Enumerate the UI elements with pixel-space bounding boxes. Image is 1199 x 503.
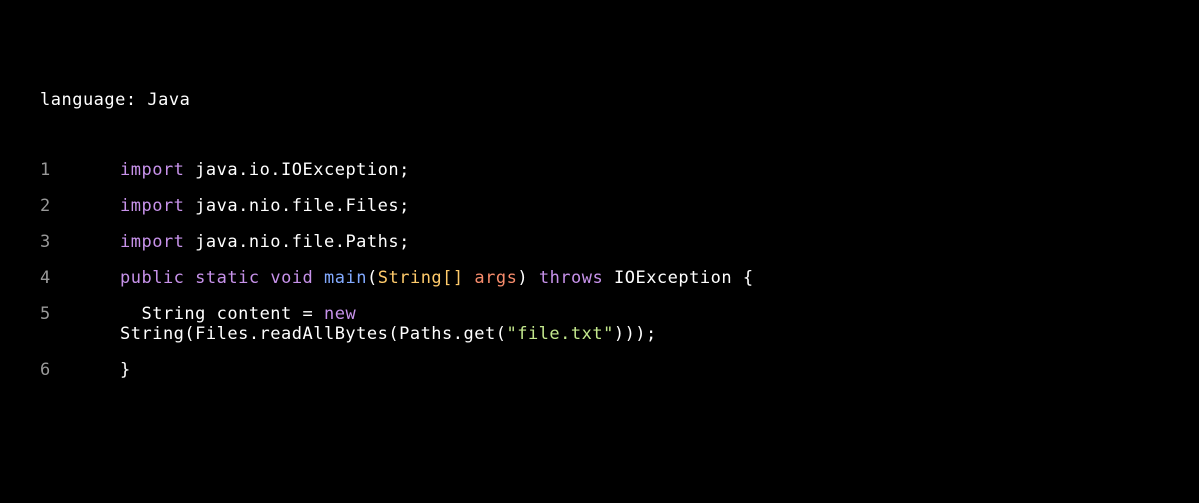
import-path: java.io.IOException; bbox=[184, 160, 409, 180]
paren-open: ( bbox=[367, 268, 378, 288]
code-line: 1 import java.io.IOException; bbox=[40, 160, 1159, 180]
line-number: 5 bbox=[40, 304, 120, 324]
keyword-import: import bbox=[120, 196, 184, 216]
param-args: args bbox=[464, 268, 518, 288]
keyword-void: void bbox=[270, 268, 313, 288]
import-path: java.nio.file.Paths; bbox=[184, 232, 409, 252]
line-number: 6 bbox=[40, 360, 120, 380]
code-line: 2 import java.nio.file.Files; bbox=[40, 196, 1159, 216]
keyword-public: public bbox=[120, 268, 184, 288]
line-number: 4 bbox=[40, 268, 120, 288]
code-content: import java.nio.file.Files; bbox=[120, 196, 410, 216]
code-line: 5 String content = new String(Files.read… bbox=[40, 304, 1159, 344]
closing-parens: ))); bbox=[614, 324, 657, 344]
call-chain: String(Files.readAllBytes(Paths.get( bbox=[120, 324, 506, 344]
code-line: 6 } bbox=[40, 360, 1159, 380]
string-literal: "file.txt" bbox=[506, 324, 613, 344]
keyword-import: import bbox=[120, 160, 184, 180]
exception-type: IOException bbox=[603, 268, 743, 288]
code-block: 1 import java.io.IOException; 2 import j… bbox=[40, 160, 1159, 380]
line-number: 3 bbox=[40, 232, 120, 252]
language-header: language: Java bbox=[40, 90, 1159, 110]
keyword-new: new bbox=[324, 304, 356, 324]
type-string-array: String[] bbox=[378, 268, 464, 288]
paren-close: ) bbox=[517, 268, 528, 288]
code-content: import java.io.IOException; bbox=[120, 160, 410, 180]
code-content: } bbox=[120, 360, 131, 380]
keyword-import: import bbox=[120, 232, 184, 252]
keyword-throws: throws bbox=[539, 268, 603, 288]
code-content: public static void main(String[] args) t… bbox=[120, 268, 754, 288]
declaration: String content = bbox=[120, 304, 324, 324]
brace-close: } bbox=[120, 360, 131, 380]
line-number: 2 bbox=[40, 196, 120, 216]
language-label: language: bbox=[40, 90, 137, 110]
keyword-static: static bbox=[195, 268, 259, 288]
code-line: 4 public static void main(String[] args)… bbox=[40, 268, 1159, 288]
import-path: java.nio.file.Files; bbox=[184, 196, 409, 216]
line-number: 1 bbox=[40, 160, 120, 180]
brace-open: { bbox=[743, 268, 754, 288]
code-content: import java.nio.file.Paths; bbox=[120, 232, 410, 252]
code-line: 3 import java.nio.file.Paths; bbox=[40, 232, 1159, 252]
language-value: Java bbox=[147, 90, 190, 110]
function-main: main bbox=[324, 268, 367, 288]
code-content: String content = new String(Files.readAl… bbox=[120, 304, 870, 344]
